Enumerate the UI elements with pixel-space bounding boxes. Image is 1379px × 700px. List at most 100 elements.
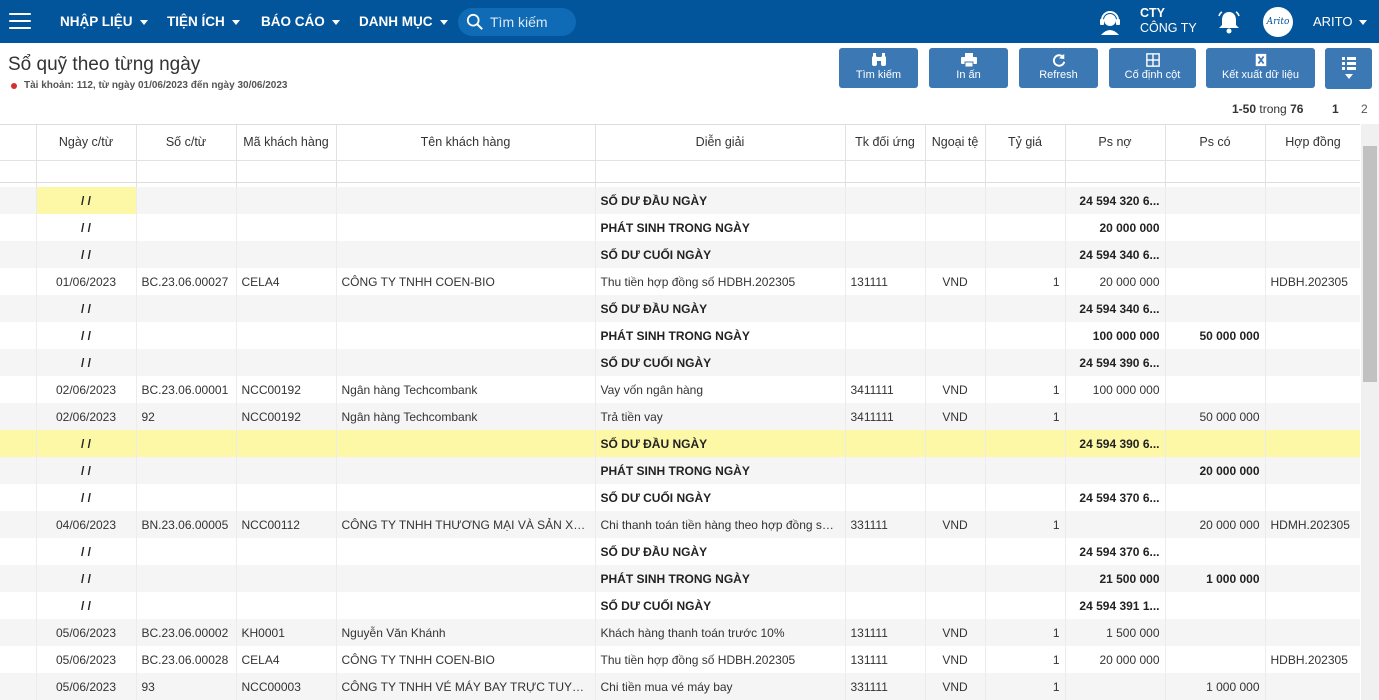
table-row[interactable]: 02/06/2023 BC.23.06.00001 NCC00192 Ngân hàn… [0,376,1360,403]
table-row[interactable]: / / SỐ DƯ CUỐI NGÀY 24 594 391 1... [0,592,1360,619]
table-cell: 04/06/2023 [36,511,137,538]
row-selector-cell[interactable] [0,295,37,322]
filter-cell[interactable] [595,160,846,183]
table-row[interactable]: 05/06/2023 BC.23.06.00002 KH0001 Nguyễn Văn… [0,619,1360,646]
menu-bao-cao[interactable]: BÁO CÁO [261,14,340,29]
menu-nhap-lieu[interactable]: NHẬP LIỆU [60,14,148,29]
col-header[interactable]: Hợp đồng [1265,125,1360,161]
row-selector-cell[interactable] [0,349,37,376]
filter-cell[interactable] [136,160,237,183]
table-row[interactable]: / / SỐ DƯ CUỐI NGÀY 24 594 370 6... [0,484,1360,511]
table-row[interactable]: / / SỐ DƯ ĐẦU NGÀY 24 594 340 6... [0,295,1360,322]
col-header[interactable]: Số c/từ [136,125,237,161]
table-cell: SỐ DƯ CUỐI NGÀY [595,349,846,376]
row-selector-cell[interactable] [0,376,37,403]
menu-danh-muc[interactable]: DANH MỤC [359,14,448,29]
row-selector-cell[interactable] [0,646,37,673]
table-cell [925,565,986,592]
table-row[interactable]: 05/06/2023 93 NCC00003 CÔNG TY TNHH VÉ MÁY … [0,673,1360,700]
page-1-link[interactable]: 1 [1332,102,1339,116]
row-selector-cell[interactable] [0,538,37,565]
table-cell [1165,430,1266,457]
col-header[interactable]: Ngoại tệ [925,125,986,161]
refresh-button[interactable]: Refresh [1019,48,1098,88]
table-row[interactable]: / / PHÁT SINH TRONG NGÀY 20 000 000 [0,214,1360,241]
table-cell: VND [925,511,986,538]
table-cell [1265,214,1360,241]
export-data-button[interactable]: Kết xuất dữ liệu [1206,48,1315,88]
col-header[interactable]: Ps nợ [1065,125,1166,161]
col-header[interactable]: Tên khách hàng [336,125,596,161]
table-cell [985,592,1066,619]
filter-cell[interactable] [36,160,137,183]
filter-cell[interactable] [845,160,926,183]
avatar-logo-text: Arito [1266,17,1290,27]
search-box[interactable] [458,8,576,36]
filter-cell[interactable] [236,160,337,183]
table-cell: BC.23.06.00027 [136,268,237,295]
row-selector-cell[interactable] [0,673,37,700]
table-cell [985,538,1066,565]
row-selector-cell[interactable] [0,430,37,457]
row-selector-cell[interactable] [0,619,37,646]
search-button[interactable]: Tìm kiếm [839,48,918,88]
col-header[interactable]: Diễn giải [595,125,846,161]
table-cell: BC.23.06.00002 [136,619,237,646]
row-selector-cell[interactable] [0,241,37,268]
col-header[interactable]: Tỷ giá [985,125,1066,161]
scrollbar-thumb[interactable] [1363,146,1377,382]
page-2-link[interactable]: 2 [1361,102,1368,116]
table-row[interactable]: 04/06/2023 BN.23.06.00005 NCC00112 CÔNG TY … [0,511,1360,538]
print-button[interactable]: In ấn [929,48,1008,88]
table-cell: 05/06/2023 [36,619,137,646]
bell-icon[interactable] [1216,9,1242,35]
filter-cell[interactable] [925,160,986,183]
user-menu[interactable]: ARITO [1313,14,1367,29]
row-selector-cell[interactable] [0,592,37,619]
avatar[interactable]: Arito [1263,7,1293,37]
row-selector-cell[interactable] [0,403,37,430]
search-icon [466,13,483,30]
row-selector-cell[interactable] [0,322,37,349]
table-row[interactable]: / / SỐ DƯ ĐẦU NGÀY 24 594 320 6... [0,187,1360,214]
support-agent-icon[interactable] [1097,9,1123,35]
filter-cell[interactable] [336,160,596,183]
menu-tien-ich[interactable]: TIỆN ÍCH [167,14,240,29]
table-row[interactable]: / / SỐ DƯ ĐẦU NGÀY 24 594 390 6... [0,430,1360,457]
page-total: 76 [1290,102,1304,116]
row-selector-cell[interactable] [0,457,37,484]
row-selector-cell[interactable] [0,187,37,214]
row-selector-cell[interactable] [0,268,37,295]
hamburger-menu-icon[interactable] [9,13,31,29]
filter-cell[interactable] [1065,160,1166,183]
col-header[interactable]: Mã khách hàng [236,125,337,161]
table-row[interactable]: / / PHÁT SINH TRONG NGÀY 100 000 000 50 000… [0,322,1360,349]
table-cell [1065,511,1166,538]
chevron-down-icon [439,19,448,25]
table-row[interactable]: / / PHÁT SINH TRONG NGÀY 21 500 000 1 000 0… [0,565,1360,592]
row-selector-cell[interactable] [0,214,37,241]
table-row[interactable]: 01/06/2023 BC.23.06.00027 CELA4 CÔNG TY TNH… [0,268,1360,295]
filter-cell[interactable] [1165,160,1266,183]
table-row[interactable]: / / SỐ DƯ CUỐI NGÀY 24 594 390 6... [0,349,1360,376]
company-selector[interactable]: CTY CÔNG TY [1140,6,1197,36]
col-header[interactable]: Ngày c/từ [36,125,137,161]
top-navbar: NHẬP LIỆU TIỆN ÍCH BÁO CÁO DANH MỤC CTY … [0,0,1379,43]
table-row[interactable]: 05/06/2023 BC.23.06.00028 CELA4 CÔNG TY TNH… [0,646,1360,673]
table-row[interactable]: / / PHÁT SINH TRONG NGÀY 20 000 000 [0,457,1360,484]
menu-label: NHẬP LIỆU [60,14,133,29]
filter-cell[interactable] [1265,160,1360,183]
row-selector-cell[interactable] [0,484,37,511]
row-selector-cell[interactable] [0,565,37,592]
row-selector-cell[interactable] [0,511,37,538]
col-header[interactable]: Ps có [1165,125,1266,161]
more-options-button[interactable] [1325,48,1372,89]
table-row[interactable]: / / SỐ DƯ ĐẦU NGÀY 24 594 370 6... [0,538,1360,565]
table-row[interactable]: / / SỐ DƯ CUỐI NGÀY 24 594 340 6... [0,241,1360,268]
vertical-scrollbar[interactable] [1361,124,1379,700]
pin-columns-button[interactable]: Cố định cột [1109,48,1196,88]
filter-cell[interactable] [985,160,1066,183]
table-row[interactable]: 02/06/2023 92 NCC00192 Ngân hàng Techcomban… [0,403,1360,430]
col-header[interactable]: Tk đối ứng [845,125,926,161]
search-input[interactable] [490,14,570,30]
